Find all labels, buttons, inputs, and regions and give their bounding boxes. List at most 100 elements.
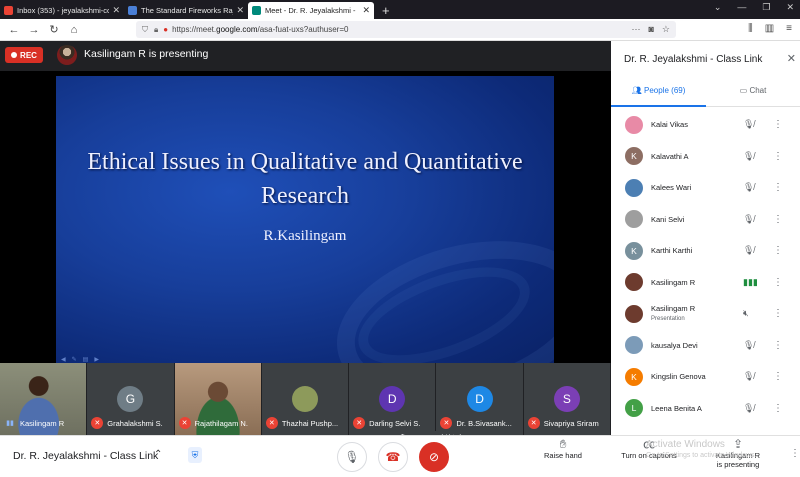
microphone-button[interactable]: 🎙︎ xyxy=(337,442,367,472)
more-options-icon[interactable]: ⋮ xyxy=(773,277,783,288)
participant-tile[interactable]: D ✕ Dr. B.Sivasank... xyxy=(436,363,524,435)
avatar xyxy=(625,273,643,292)
avatar: K xyxy=(625,367,643,386)
browser-tab-meet[interactable]: Meet - Dr. R. Jeyalakshmi - ✕ xyxy=(248,2,374,19)
prev-slide-icon[interactable]: ◀ xyxy=(61,356,66,363)
close-tab-icon[interactable]: ✕ xyxy=(112,5,120,16)
more-options-icon[interactable]: ⋮ xyxy=(773,308,783,319)
presenter-avatar xyxy=(57,45,77,65)
pocket-icon[interactable]: ◙ xyxy=(648,24,653,35)
person-name: Kalees Wari xyxy=(651,183,692,193)
participant-tile[interactable]: ✕ Thazhai Pushp... xyxy=(261,363,350,435)
chevron-up-icon[interactable]: ⌃ xyxy=(154,449,162,460)
camera-permission-icon[interactable]: ● xyxy=(163,25,168,34)
slide-title: Ethical Issues in Qualitative and Quanti… xyxy=(87,149,523,209)
reload-icon[interactable]: ↻ xyxy=(48,23,60,36)
avatar xyxy=(625,304,643,323)
participant-name-bar: ✕ Sivapriya Sriram xyxy=(527,417,608,429)
participant-name: Dr. B.Sivasank... xyxy=(456,418,512,428)
participant-tile[interactable]: ▮▮ Kasilingam R xyxy=(0,363,88,435)
list-item[interactable]: Kalai Vikas 🎙︎̸ ⋮ xyxy=(611,109,800,141)
chevron-down-icon[interactable]: ⌄ xyxy=(714,2,722,13)
minimize-icon[interactable]: — xyxy=(737,2,746,13)
mic-muted-icon: 🎙︎̸ xyxy=(743,213,755,224)
tab-people[interactable]: 👥︎ People (69) xyxy=(611,79,706,107)
shield-icon[interactable]: ⛉ xyxy=(142,25,148,35)
menu-icon[interactable]: ▤ xyxy=(83,356,89,363)
person-name: Kani Selvi xyxy=(651,214,685,224)
list-item[interactable]: Kani Selvi 🎙︎̸ ⋮ xyxy=(611,204,800,236)
camera-toggle-button[interactable]: ⊘ xyxy=(419,442,449,472)
more-options-icon[interactable]: ⋮ xyxy=(773,340,783,351)
avatar: L xyxy=(625,399,643,418)
chat-icon: ▭ xyxy=(739,86,748,95)
new-tab-icon[interactable]: + xyxy=(382,3,390,18)
participant-tile[interactable]: S ✕ Sivapriya Sriram xyxy=(523,363,611,435)
lock-icon[interactable]: 🔒︎ xyxy=(154,25,158,35)
list-item[interactable]: Kasilingam R Presentation 🔇︎ ⋮ xyxy=(611,298,800,330)
browser-tab-fireworks[interactable]: The Standard Fireworks Rajarat ✕ xyxy=(124,2,248,19)
mic-muted-icon: ✕ xyxy=(91,417,104,429)
more-options-icon[interactable]: ⋮ xyxy=(773,214,783,225)
browser-tab-bar: Inbox (353) - jeyalakshmi-com ✕ The Stan… xyxy=(0,0,800,19)
participant-name-bar: ▮▮ Kasilingam R xyxy=(4,417,84,429)
list-item[interactable]: K Karthi Karthi 🎙︎̸ ⋮ xyxy=(611,235,800,267)
avatar xyxy=(625,336,643,355)
participant-tile[interactable]: G ✕ Grahalakshmi S. xyxy=(87,363,175,435)
raise-hand-button[interactable]: ✋︎ Raise hand xyxy=(540,438,586,460)
more-options-icon[interactable]: ⋮ xyxy=(773,245,783,256)
more-options-icon[interactable]: ⋮ xyxy=(773,371,783,382)
bookmark-star-icon[interactable]: ☆ xyxy=(662,24,670,35)
more-options-icon[interactable]: ⋮ xyxy=(773,403,783,414)
participant-avatar xyxy=(291,386,318,412)
participant-tile[interactable]: ✕ Rajathilagam N. xyxy=(174,363,262,435)
person-name: Kingslin Genova xyxy=(651,372,706,382)
list-item[interactable]: L Leena Benita A 🎙︎̸ ⋮ xyxy=(611,393,800,425)
library-icon[interactable]: ⫼ xyxy=(748,23,753,34)
more-options-icon[interactable]: ⋮ xyxy=(773,151,783,162)
leave-call-button[interactable]: ☎︎ xyxy=(378,442,408,472)
home-icon[interactable]: ⌂ xyxy=(68,24,80,36)
pen-icon[interactable]: ✎ xyxy=(72,356,77,363)
forward-icon[interactable]: → xyxy=(28,24,40,36)
slide-toolbar: ◀ ✎ ▤ ▶ xyxy=(61,356,99,363)
list-item[interactable]: Kasilingam R ▮▮▮ ⋮ xyxy=(611,267,800,299)
back-icon[interactable]: ← xyxy=(8,24,20,36)
list-item[interactable]: K Kingslin Genova 🎙︎̸ ⋮ xyxy=(611,361,800,393)
close-tab-icon[interactable]: ✕ xyxy=(236,5,244,16)
restore-icon[interactable]: ❐ xyxy=(762,2,770,13)
close-tab-icon[interactable]: ✕ xyxy=(362,5,370,16)
participant-name-bar: ✕ Grahalakshmi S. xyxy=(91,417,171,429)
more-options-icon[interactable]: ··· xyxy=(631,24,640,35)
next-slide-icon[interactable]: ▶ xyxy=(94,356,99,363)
mic-muted-icon: 🎙︎̸ xyxy=(743,402,755,413)
menu-icon[interactable]: ≡ xyxy=(786,23,792,34)
presentation-stage: Ethical Issues in Qualitative and Quanti… xyxy=(0,71,611,366)
participant-tile[interactable]: D ✕ Darling Selvi S. xyxy=(349,363,437,435)
presentation-slide: Ethical Issues in Qualitative and Quanti… xyxy=(56,76,554,366)
mic-muted-icon: ✕ xyxy=(265,417,278,429)
more-options-icon[interactable]: ⋮ xyxy=(773,119,783,130)
mic-muted-icon: 🎙︎̸ xyxy=(743,371,755,382)
more-options-icon[interactable]: ⋮ xyxy=(790,448,800,459)
list-item[interactable]: Kalees Wari 🎙︎̸ ⋮ xyxy=(611,172,800,204)
avatar: K xyxy=(625,241,643,260)
url-bar[interactable]: ⛉ 🔒︎ ● https://meet.google.com/asa-fuat-… xyxy=(136,21,676,38)
participant-name-bar: ✕ Dr. B.Sivasank... xyxy=(440,417,520,429)
list-item[interactable]: kausalya Devi 🎙︎̸ ⋮ xyxy=(611,330,800,362)
host-controls-icon[interactable]: ⛨ xyxy=(188,447,202,463)
browser-tab-gmail[interactable]: Inbox (353) - jeyalakshmi-com ✕ xyxy=(0,2,124,19)
more-options-icon[interactable]: ⋮ xyxy=(773,182,783,193)
close-icon[interactable]: ✕ xyxy=(787,52,796,65)
mic-muted-icon: ✕ xyxy=(353,417,366,429)
tab-chat[interactable]: ▭ Chat xyxy=(706,79,800,107)
close-window-icon[interactable]: ✕ xyxy=(786,2,794,13)
record-dot-icon xyxy=(11,52,18,58)
sidebar-icon[interactable]: ▥ xyxy=(765,23,774,34)
participant-name-bar: ✕ Thazhai Pushp... xyxy=(265,417,346,429)
person-name: Kasilingam R xyxy=(651,277,696,287)
meet-window: REC Kasilingam R is presenting Ethical I… xyxy=(0,41,800,477)
list-item[interactable]: K Kalavathi A 🎙︎̸ ⋮ xyxy=(611,141,800,173)
windows-activation-watermark: Activate Windows Go to Settings to activ… xyxy=(646,439,757,461)
meet-icon xyxy=(252,6,261,15)
